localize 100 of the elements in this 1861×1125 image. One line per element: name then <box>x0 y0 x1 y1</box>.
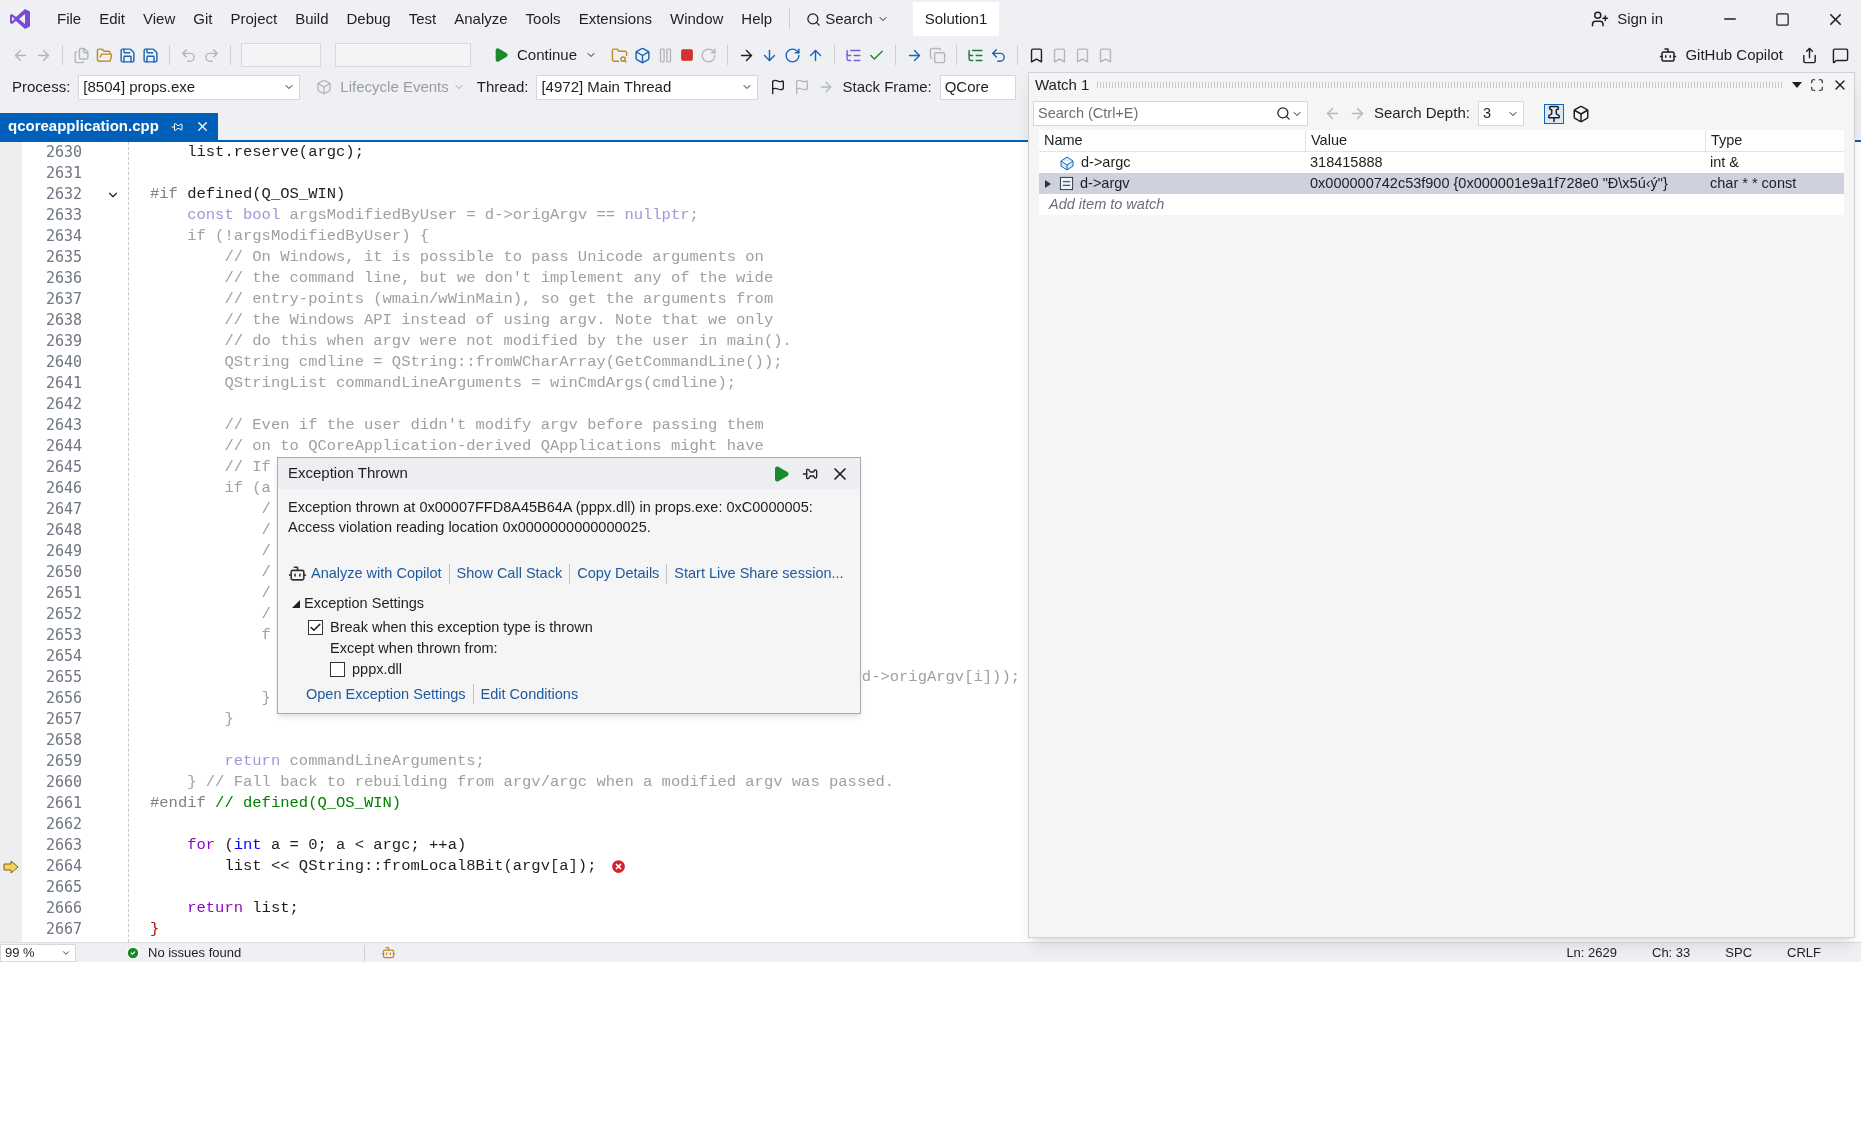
pin-icon[interactable] <box>170 120 183 133</box>
watch-type: int & <box>1709 152 1740 172</box>
search-depth-dropdown[interactable]: 3 <box>1477 101 1524 126</box>
sign-in-button[interactable]: Sign in <box>1591 7 1663 31</box>
issues-status[interactable]: No issues found <box>148 942 348 963</box>
menu-item[interactable]: Test <box>399 7 446 31</box>
section-title: Exception Settings <box>304 593 425 613</box>
code-line: QStringList commandLineArguments = winCmdArgs(cmdline); <box>223 372 736 394</box>
thread-dropdown[interactable]: [4972] Main Thread <box>536 74 759 100</box>
stop-icon[interactable] <box>680 48 695 62</box>
code-line: // Even if the user didn't modify argv before passing them <box>223 414 764 436</box>
menu-item[interactable]: Window <box>661 7 733 31</box>
search-button[interactable]: Search <box>798 7 897 31</box>
code-line: #endif // defined(Q_OS_WIN) <box>150 792 402 814</box>
watch-row[interactable]: d->argc 318415888 int & <box>1039 152 1844 173</box>
line-number: 2650 <box>44 562 83 584</box>
maximize-icon[interactable] <box>1810 78 1824 92</box>
line-indicator[interactable]: Ln: 2629 <box>1566 942 1617 963</box>
code-line: // the Windows API instead of using argv. Note that we only <box>223 309 774 331</box>
expand-triangle-icon[interactable] <box>292 599 300 608</box>
line-number: 2652 <box>44 604 83 626</box>
menu-item[interactable]: Git <box>184 7 222 31</box>
copilot-button[interactable]: GitHub Copilot <box>1659 43 1783 67</box>
save-all-icon[interactable] <box>142 46 159 64</box>
action-link[interactable]: Copy Details <box>577 563 660 585</box>
code-line: // the command line, but we don't implement any of the wide <box>223 267 774 289</box>
field-icon <box>1059 176 1074 191</box>
settings-link[interactable]: Edit Conditions <box>480 683 579 706</box>
settings-link[interactable]: Open Exception Settings <box>306 683 466 706</box>
code-line: / <box>260 582 271 604</box>
line-number: 2639 <box>44 331 83 353</box>
menu-item[interactable]: Build <box>286 7 338 31</box>
search-depth-label: Search Depth: <box>1374 103 1470 124</box>
line-number: 2664 <box>44 856 83 878</box>
open-folder-icon[interactable] <box>96 46 113 64</box>
menu-item[interactable]: Extensions <box>569 7 661 31</box>
action-link[interactable]: Show Call Stack <box>456 563 563 585</box>
spacing-indicator[interactable]: SPC <box>1725 942 1753 963</box>
search-input[interactable]: Search (Ctrl+E) <box>1038 102 1276 125</box>
watch-name: d->argv <box>1080 173 1130 193</box>
share-icon[interactable] <box>1801 46 1818 64</box>
code-line: / <box>260 540 271 562</box>
menu-item[interactable]: Help <box>732 7 782 31</box>
line-number: 2660 <box>44 772 83 794</box>
menu-item[interactable]: Edit <box>90 7 135 31</box>
line-number: 2647 <box>44 499 83 521</box>
column-header[interactable]: Name <box>1039 129 1305 152</box>
column-header[interactable]: Type <box>1705 129 1835 152</box>
line-number: 2666 <box>44 898 83 920</box>
code-line: f <box>260 624 271 646</box>
continue-button[interactable]: Continue <box>485 43 606 67</box>
menu-item[interactable]: Project <box>221 7 287 31</box>
step-over-icon[interactable] <box>784 46 802 64</box>
line-ending-indicator[interactable]: CRLF <box>1787 942 1821 963</box>
line-number: 2651 <box>44 583 83 605</box>
code-line: if (a <box>223 477 271 499</box>
code-line: QString cmdline = QString::fromWCharArray(GetCommandLine()); <box>223 351 783 373</box>
code-line: // do this when argv were not modified by the user in main(). <box>223 330 792 352</box>
menu-item[interactable]: Analyze <box>445 7 517 31</box>
maximize-icon[interactable] <box>1775 11 1790 27</box>
menu-item[interactable]: Debug <box>337 7 400 31</box>
column-indicator[interactable]: Ch: 33 <box>1652 942 1691 963</box>
search-field[interactable]: Search (Ctrl+E) <box>1033 101 1308 126</box>
column-header[interactable]: Value <box>1305 129 1705 152</box>
code-line: // On Windows, it is possible to pass Unicode arguments on <box>223 246 764 268</box>
action-link[interactable]: Analyze with Copilot <box>311 563 442 585</box>
code-line: list.reserve(argc); <box>186 142 364 163</box>
app-logo[interactable] <box>8 7 32 31</box>
flag-icon[interactable] <box>770 79 787 95</box>
zoom-dropdown[interactable]: 99 % <box>0 943 76 962</box>
stack-frame-dropdown[interactable]: QCore <box>939 74 1016 100</box>
search-icon[interactable] <box>1276 106 1291 121</box>
folder-search-icon[interactable] <box>611 46 629 64</box>
restart-icon[interactable] <box>700 46 718 64</box>
continue-icon[interactable] <box>772 464 790 483</box>
action-link[interactable]: Start Live Share session... <box>674 563 844 585</box>
thread-label: Thread: <box>476 76 529 97</box>
watch-row[interactable]: d->argv 0x000000742c53f900 {0x000001e9a1f728e0 "Ð\x5ú‹ý"} char * * const <box>1039 173 1844 194</box>
feedback-icon[interactable] <box>1832 46 1849 64</box>
code-line: return list; <box>186 897 299 919</box>
menu-item[interactable]: View <box>134 7 185 31</box>
line-number: 2662 <box>44 814 83 836</box>
code-line: #if defined(Q_OS_WIN) <box>150 183 346 205</box>
editor-tab[interactable]: qcoreapplication.cpp <box>0 113 218 140</box>
dropdown-icon[interactable] <box>1792 82 1802 88</box>
menu-item[interactable]: File <box>48 7 91 31</box>
user-icon <box>1591 10 1610 28</box>
code-line: // If <box>223 456 271 478</box>
add-watch-placeholder[interactable]: Add item to watch <box>1039 193 1165 216</box>
process-dropdown[interactable]: [8504] props.exe <box>78 74 301 100</box>
line-number: 2630 <box>44 142 83 164</box>
line-number: 2631 <box>44 163 83 185</box>
code-line: / <box>260 498 271 520</box>
checkbox[interactable] <box>308 619 323 635</box>
save-icon[interactable] <box>119 46 136 64</box>
checkbox[interactable] <box>330 661 345 677</box>
expand-arrow-icon[interactable] <box>1045 179 1051 188</box>
menu-item[interactable]: Tools <box>516 7 570 31</box>
outdent-icon[interactable] <box>990 46 1008 64</box>
pin-icon[interactable] <box>1543 103 1564 124</box>
